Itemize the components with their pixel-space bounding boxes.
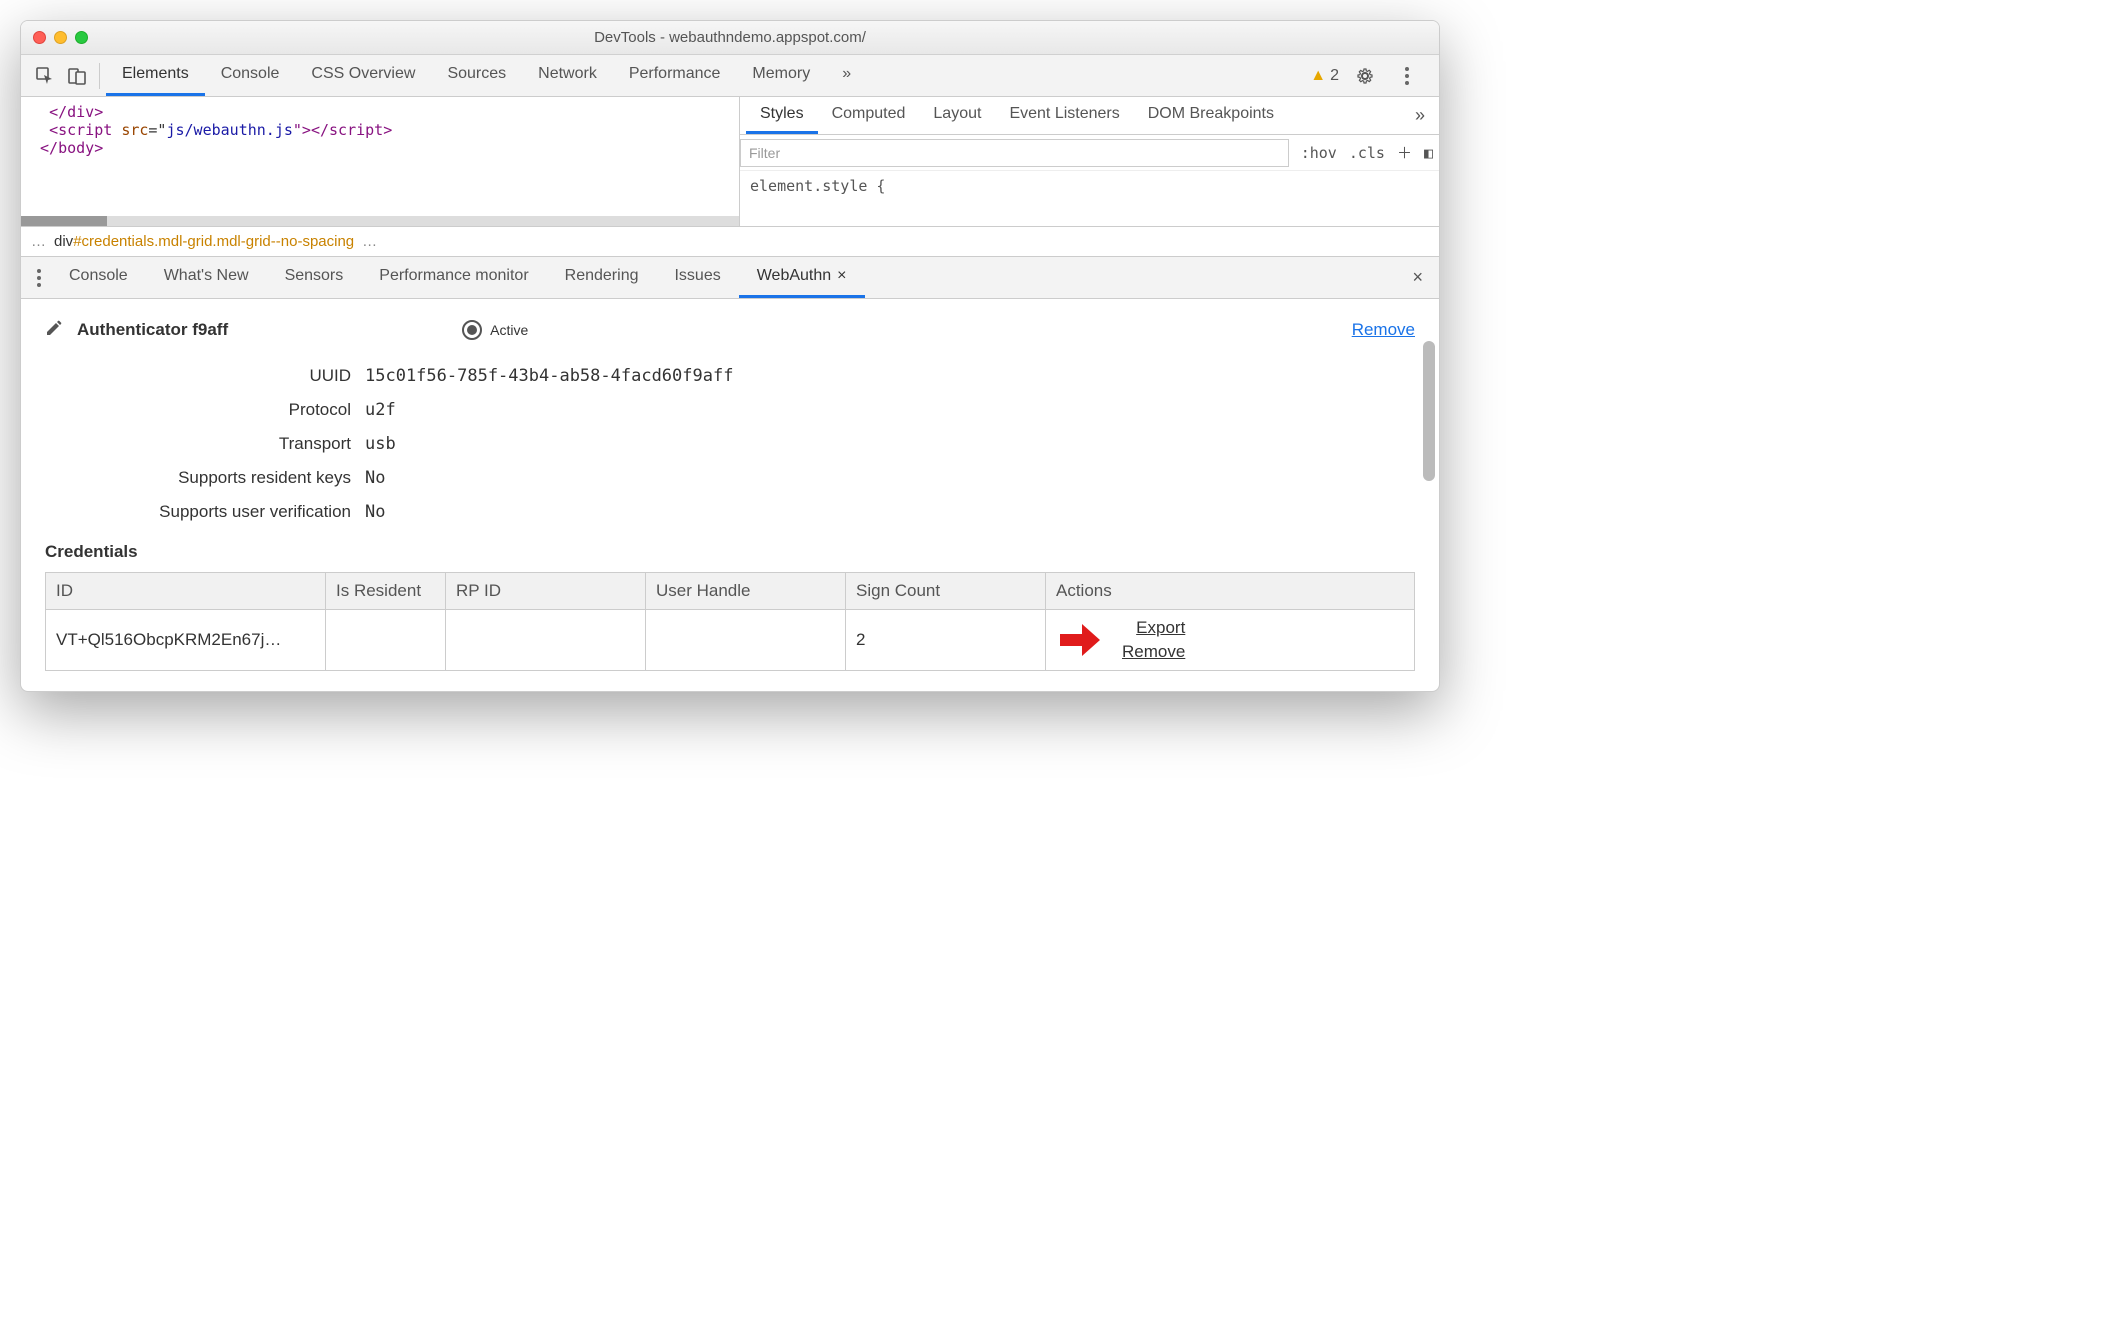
titlebar: DevTools - webauthndemo.appspot.com/: [21, 21, 1439, 55]
webauthn-panel: Authenticator f9aff Active Remove UUID 1…: [21, 299, 1439, 691]
code-tag: </div>: [49, 103, 103, 121]
credentials-table: ID Is Resident RP ID User Handle Sign Co…: [45, 572, 1415, 671]
drawer-rendering[interactable]: Rendering: [547, 257, 657, 298]
protocol-label: Protocol: [45, 400, 365, 420]
drawer-sensors[interactable]: Sensors: [267, 257, 362, 298]
stab-layout[interactable]: Layout: [919, 97, 995, 134]
remove-authenticator-link[interactable]: Remove: [1352, 320, 1415, 340]
authenticator-properties: UUID 15c01f56-785f-43b4-ab58-4facd60f9af…: [45, 366, 1415, 522]
drawer-menu-icon[interactable]: [27, 269, 51, 287]
styles-tabs: Styles Computed Layout Event Listeners D…: [740, 97, 1439, 135]
vertical-scrollbar[interactable]: [1423, 341, 1435, 691]
col-sign-count: Sign Count: [846, 573, 1046, 610]
export-credential-link[interactable]: Export: [1136, 618, 1185, 638]
resident-label: Supports resident keys: [45, 468, 365, 488]
drawer-console[interactable]: Console: [51, 257, 146, 298]
cell-id: VT+Ql516ObcpKRM2En67j…: [46, 610, 326, 671]
drawer-webauthn[interactable]: WebAuthn ×: [739, 257, 865, 298]
device-toggle-icon[interactable]: [66, 65, 88, 87]
resident-value: No: [365, 468, 385, 488]
toggle-pane-icon[interactable]: ◧: [1418, 144, 1439, 162]
cell-rp-id: [446, 610, 646, 671]
arrow-annotation-icon: [1056, 620, 1104, 660]
col-is-resident: Is Resident: [326, 573, 446, 610]
breadcrumb-trailing: …: [362, 233, 377, 250]
stab-more[interactable]: »: [1407, 105, 1433, 126]
tab-more[interactable]: »: [826, 55, 867, 96]
uuid-label: UUID: [45, 366, 365, 386]
drawer-whatsnew[interactable]: What's New: [146, 257, 267, 298]
tab-network[interactable]: Network: [522, 55, 613, 96]
stab-dombp[interactable]: DOM Breakpoints: [1134, 97, 1288, 134]
warning-icon: ▲: [1310, 67, 1326, 85]
transport-value: usb: [365, 434, 396, 454]
uv-label: Supports user verification: [45, 502, 365, 522]
elements-pane[interactable]: </div> <script src="js/webauthn.js"></sc…: [21, 97, 739, 226]
table-row: VT+Ql516ObcpKRM2En67j… 2 Export Remove: [46, 610, 1415, 671]
tab-performance[interactable]: Performance: [613, 55, 737, 96]
breadcrumb-leading: …: [31, 233, 46, 250]
tab-console[interactable]: Console: [205, 55, 296, 96]
toolbar-right: ▲ 2: [1310, 65, 1431, 87]
drawer-tabs: Console What's New Sensors Performance m…: [21, 257, 1439, 299]
cell-user-handle: [646, 610, 846, 671]
active-radio[interactable]: Active: [462, 320, 528, 340]
edit-icon[interactable]: [45, 319, 63, 340]
col-rp-id: RP ID: [446, 573, 646, 610]
drawer-issues[interactable]: Issues: [656, 257, 738, 298]
drawer-close-icon[interactable]: ×: [1402, 267, 1433, 288]
styles-body[interactable]: element.style {: [740, 171, 1439, 201]
active-label: Active: [490, 322, 528, 338]
tab-memory[interactable]: Memory: [736, 55, 826, 96]
close-tab-icon[interactable]: ×: [837, 267, 846, 285]
horizontal-scrollbar[interactable]: [21, 216, 739, 226]
drawer-perfmon[interactable]: Performance monitor: [361, 257, 546, 298]
col-actions: Actions: [1046, 573, 1415, 610]
tab-elements[interactable]: Elements: [106, 55, 205, 96]
remove-credential-link[interactable]: Remove: [1122, 642, 1185, 662]
tab-css-overview[interactable]: CSS Overview: [295, 55, 431, 96]
elements-split: </div> <script src="js/webauthn.js"></sc…: [21, 97, 1439, 227]
tab-sources[interactable]: Sources: [431, 55, 522, 96]
main-toolbar: Elements Console CSS Overview Sources Ne…: [21, 55, 1439, 97]
credentials-heading: Credentials: [45, 542, 1415, 562]
uuid-value: 15c01f56-785f-43b4-ab58-4facd60f9aff: [365, 366, 733, 386]
window-title: DevTools - webauthndemo.appspot.com/: [21, 29, 1439, 46]
styles-filter-input[interactable]: [740, 139, 1289, 167]
add-rule-icon[interactable]: ＋: [1391, 142, 1418, 163]
stab-computed[interactable]: Computed: [818, 97, 920, 134]
cell-is-resident: [326, 610, 446, 671]
authenticator-title: Authenticator f9aff: [77, 320, 228, 340]
cls-toggle[interactable]: .cls: [1343, 144, 1391, 162]
warning-count: 2: [1330, 67, 1339, 85]
table-header-row: ID Is Resident RP ID User Handle Sign Co…: [46, 573, 1415, 610]
kebab-menu-icon[interactable]: [1396, 65, 1418, 87]
stab-events[interactable]: Event Listeners: [995, 97, 1133, 134]
uv-value: No: [365, 502, 385, 522]
settings-icon[interactable]: [1354, 65, 1376, 87]
warnings-badge[interactable]: ▲ 2: [1310, 67, 1339, 85]
styles-pane: Styles Computed Layout Event Listeners D…: [739, 97, 1439, 226]
cell-sign-count: 2: [846, 610, 1046, 671]
inspect-icon[interactable]: [34, 65, 56, 87]
authenticator-header: Authenticator f9aff Active Remove: [45, 319, 1415, 340]
radio-icon: [462, 320, 482, 340]
panel-tabs: Elements Console CSS Overview Sources Ne…: [106, 55, 1310, 96]
transport-label: Transport: [45, 434, 365, 454]
col-id: ID: [46, 573, 326, 610]
styles-filter-row: :hov .cls ＋ ◧: [740, 135, 1439, 171]
hov-toggle[interactable]: :hov: [1295, 144, 1343, 162]
protocol-value: u2f: [365, 400, 396, 420]
stab-styles[interactable]: Styles: [746, 97, 818, 134]
devtools-window: DevTools - webauthndemo.appspot.com/ Ele…: [20, 20, 1440, 692]
cell-actions: Export Remove: [1046, 610, 1415, 671]
col-user-handle: User Handle: [646, 573, 846, 610]
separator: [99, 63, 100, 89]
breadcrumb[interactable]: … div#credentials.mdl-grid.mdl-grid--no-…: [21, 227, 1439, 257]
